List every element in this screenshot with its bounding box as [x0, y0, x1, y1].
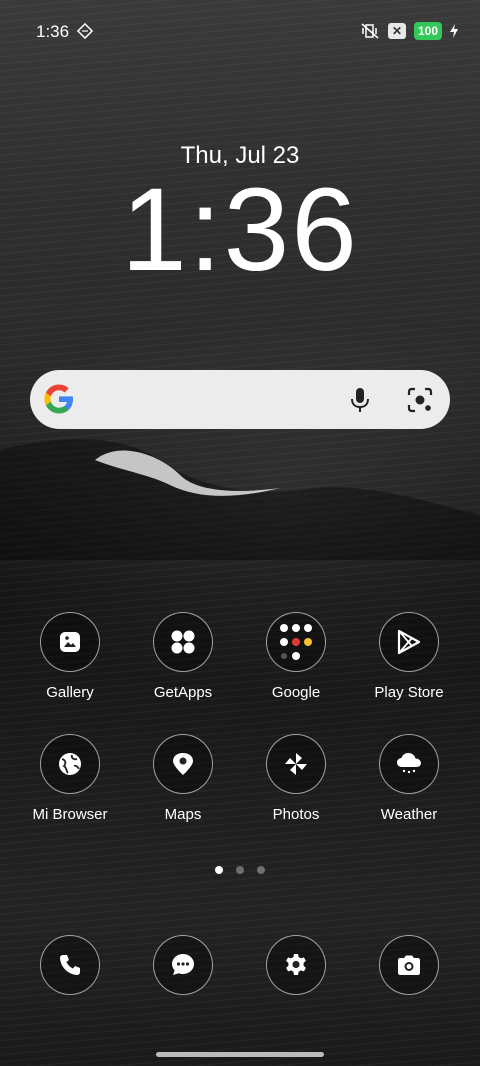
app-google-folder[interactable]: Google — [246, 612, 346, 701]
clock-widget[interactable]: 1:36 — [0, 170, 480, 290]
charging-icon — [450, 24, 458, 38]
weather-cloud-icon — [379, 734, 439, 794]
page-dot-active — [215, 866, 223, 874]
page-dot — [236, 866, 244, 874]
app-label: Mi Browser — [32, 806, 108, 823]
mic-icon[interactable] — [348, 386, 372, 414]
app-weather[interactable]: Weather — [359, 734, 459, 823]
app-label: Gallery — [46, 684, 94, 701]
nfc-diamond-icon — [76, 22, 94, 40]
app-play-store[interactable]: Play Store — [359, 612, 459, 701]
app-label: GetApps — [153, 684, 213, 701]
status-bar: 1:36 ✕ 100 — [0, 0, 480, 62]
map-pin-icon — [153, 734, 213, 794]
dock-phone[interactable] — [20, 935, 120, 995]
app-label: Play Store — [374, 684, 444, 701]
app-label: Weather — [380, 806, 438, 823]
status-icons: ✕ 100 — [360, 22, 458, 40]
camera-icon — [379, 935, 439, 995]
gallery-icon — [40, 612, 100, 672]
app-label: Photos — [272, 806, 320, 823]
page-indicator — [0, 866, 480, 874]
dock-camera[interactable] — [359, 935, 459, 995]
getapps-icon — [153, 612, 213, 672]
app-getapps[interactable]: GetApps — [133, 612, 233, 701]
globe-icon — [40, 734, 100, 794]
google-folder-icon — [266, 612, 326, 672]
dock-messages[interactable] — [133, 935, 233, 995]
settings-icon — [266, 935, 326, 995]
wallpaper-wave — [0, 439, 480, 560]
vibrate-off-icon — [361, 23, 379, 39]
google-g-icon — [44, 384, 73, 414]
app-mi-browser[interactable]: Mi Browser — [20, 734, 120, 823]
status-time: 1:36 — [36, 22, 70, 41]
app-maps[interactable]: Maps — [133, 734, 233, 823]
page-dot — [257, 866, 265, 874]
battery-level: 100 — [413, 22, 442, 40]
lens-camera-icon[interactable] — [406, 386, 434, 414]
google-search-bar[interactable] — [30, 370, 450, 429]
phone-icon — [40, 935, 100, 995]
app-photos[interactable]: Photos — [246, 734, 346, 823]
app-label: Maps — [164, 806, 202, 823]
app-label: Google — [271, 684, 321, 701]
messages-icon — [153, 935, 213, 995]
pinwheel-icon — [266, 734, 326, 794]
play-store-icon — [379, 612, 439, 672]
no-sim-icon: ✕ — [387, 23, 406, 39]
gesture-home-bar[interactable] — [156, 1052, 324, 1057]
dock-settings[interactable] — [246, 935, 346, 995]
app-gallery[interactable]: Gallery — [20, 612, 120, 701]
